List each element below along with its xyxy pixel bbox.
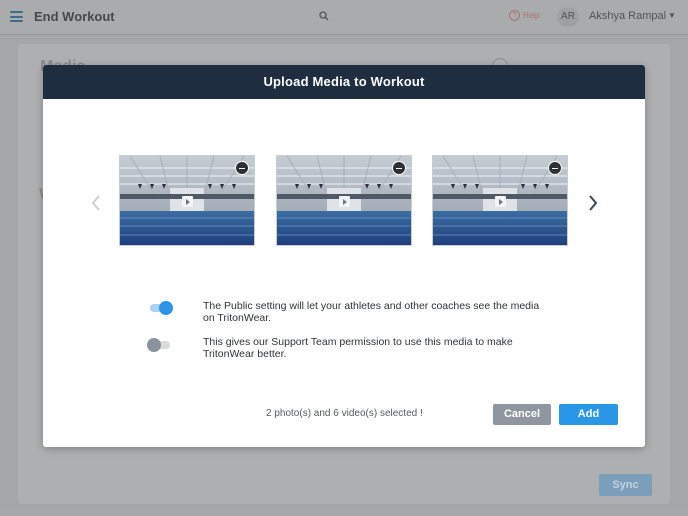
play-icon[interactable] [182, 196, 193, 207]
media-thumbnail[interactable] [276, 155, 412, 246]
public-toggle[interactable] [147, 301, 173, 315]
chevron-left-icon[interactable] [88, 193, 104, 213]
support-toggle[interactable] [147, 338, 173, 352]
remove-icon[interactable] [392, 161, 406, 175]
remove-icon[interactable] [235, 161, 249, 175]
chevron-right-icon[interactable] [585, 193, 601, 213]
cancel-button[interactable]: Cancel [493, 404, 551, 425]
play-icon[interactable] [495, 196, 506, 207]
media-thumbnail[interactable] [119, 155, 255, 246]
play-icon[interactable] [339, 196, 350, 207]
upload-media-modal: Upload Media to Workout The Public setti… [43, 65, 645, 447]
toggle-knob [147, 338, 161, 352]
add-button[interactable]: Add [559, 404, 618, 425]
support-setting-text: This gives our Support Team permission t… [203, 336, 513, 360]
public-setting-text: The Public setting will let your athlete… [203, 300, 540, 324]
toggle-knob [159, 301, 173, 315]
modal-title: Upload Media to Workout [43, 65, 645, 99]
media-thumbnail[interactable] [432, 155, 568, 246]
remove-icon[interactable] [548, 161, 562, 175]
selection-summary: 2 photo(s) and 6 video(s) selected ! [266, 408, 423, 419]
